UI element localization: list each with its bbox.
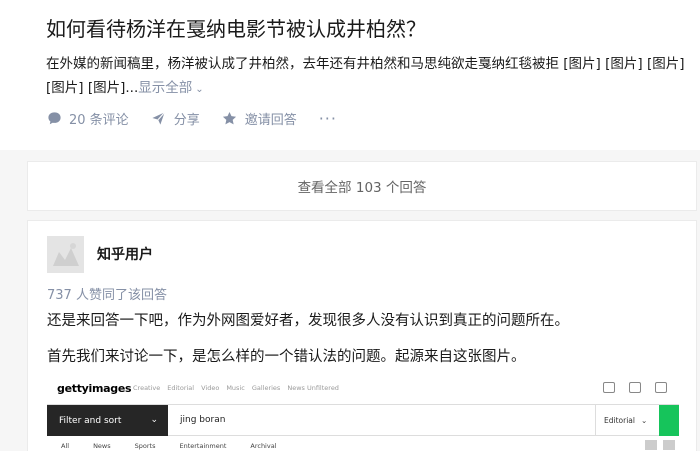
chevron-down-icon: ⌄: [150, 415, 158, 425]
answer-paragraph: 还是来回答一下吧，作为外网图爱好者，发现很多人没有认识到真正的问题所在。: [47, 313, 569, 329]
show-all-link[interactable]: 显示全部: [138, 80, 192, 96]
getty-header: gettyimages Creative Editorial Video Mus…: [47, 376, 679, 400]
question-description: 在外媒的新闻稿里，杨洋被认成了井柏然，去年还有井柏然和马思纯欲走戛纳红毯被拒 […: [46, 52, 686, 102]
author-name[interactable]: 知乎用户: [97, 244, 153, 264]
getty-nav-item: News Unfiltered: [287, 384, 339, 392]
getty-nav-item: Video: [201, 384, 220, 392]
getty-view-toggle: [639, 440, 675, 450]
getty-filter-label: Filter and sort: [59, 415, 122, 426]
question-title[interactable]: 如何看待杨洋在戛纳电影节被认成井柏然？: [46, 13, 426, 42]
getty-nav: Creative Editorial Video Music Galleries…: [133, 384, 346, 392]
comment-icon: [46, 111, 62, 127]
getty-icons: [589, 382, 667, 393]
getty-tab: News: [93, 442, 111, 450]
share-label: 分享: [173, 113, 200, 128]
getty-nav-item: Creative: [133, 384, 161, 392]
getty-nav-item: Music: [226, 384, 245, 392]
question-actions: 20 条评论 分享 邀请回答 ···: [46, 109, 337, 128]
getty-tab: Archival: [250, 442, 277, 450]
comments-button[interactable]: 20 条评论: [46, 109, 129, 128]
getty-search-value: jing boran: [180, 415, 226, 425]
embedded-screenshot[interactable]: gettyimages Creative Editorial Video Mus…: [47, 376, 679, 451]
view-all-answers-button[interactable]: 查看全部 103 个回答: [27, 161, 697, 211]
share-icon: [151, 111, 167, 127]
getty-nav-item: Editorial: [167, 384, 195, 392]
getty-tab: Entertainment: [179, 442, 227, 450]
question-header: 如何看待杨洋在戛纳电影节被认成井柏然？ 在外媒的新闻稿里，杨洋被认成了井柏然，去…: [0, 0, 700, 150]
grid-icon: [645, 440, 657, 450]
vote-count: 737 人赞同了该回答: [47, 288, 167, 303]
chevron-down-icon: ⌄: [640, 416, 648, 425]
invite-label: 邀请回答: [244, 113, 297, 128]
getty-tabs: All News Sports Entertainment Archival: [47, 436, 679, 451]
chevron-down-icon[interactable]: ⌄: [195, 84, 203, 95]
getty-nav-item: Galleries: [251, 384, 281, 392]
getty-logo: gettyimages: [57, 382, 132, 395]
answer-paragraph: 首先我们来讨论一下，是怎么样的一个错认法的问题。起源来自这张图片。: [47, 349, 526, 365]
share-button[interactable]: 分享: [151, 109, 200, 128]
board-icon: [603, 382, 615, 393]
cart-icon: [629, 382, 641, 393]
user-icon: [655, 382, 667, 393]
getty-select-value: Editorial: [604, 416, 635, 425]
getty-tab: Sports: [134, 442, 156, 450]
getty-filter-button: Filter and sort ⌄: [47, 405, 168, 436]
getty-search-bar: Filter and sort ⌄ jing boran Editorial ⌄: [47, 404, 679, 436]
comments-label: 20 条评论: [69, 113, 129, 128]
avatar[interactable]: [47, 236, 84, 273]
star-icon: [222, 111, 238, 127]
getty-tab: All: [61, 442, 70, 450]
answer-card: 知乎用户 737 人赞同了该回答 还是来回答一下吧，作为外网图爱好者，发现很多人…: [27, 220, 697, 451]
invite-button[interactable]: 邀请回答: [222, 109, 297, 128]
getty-search-go: [659, 405, 679, 436]
more-icon[interactable]: ···: [319, 109, 337, 128]
getty-type-select: Editorial ⌄: [595, 405, 659, 436]
list-icon: [663, 440, 675, 450]
